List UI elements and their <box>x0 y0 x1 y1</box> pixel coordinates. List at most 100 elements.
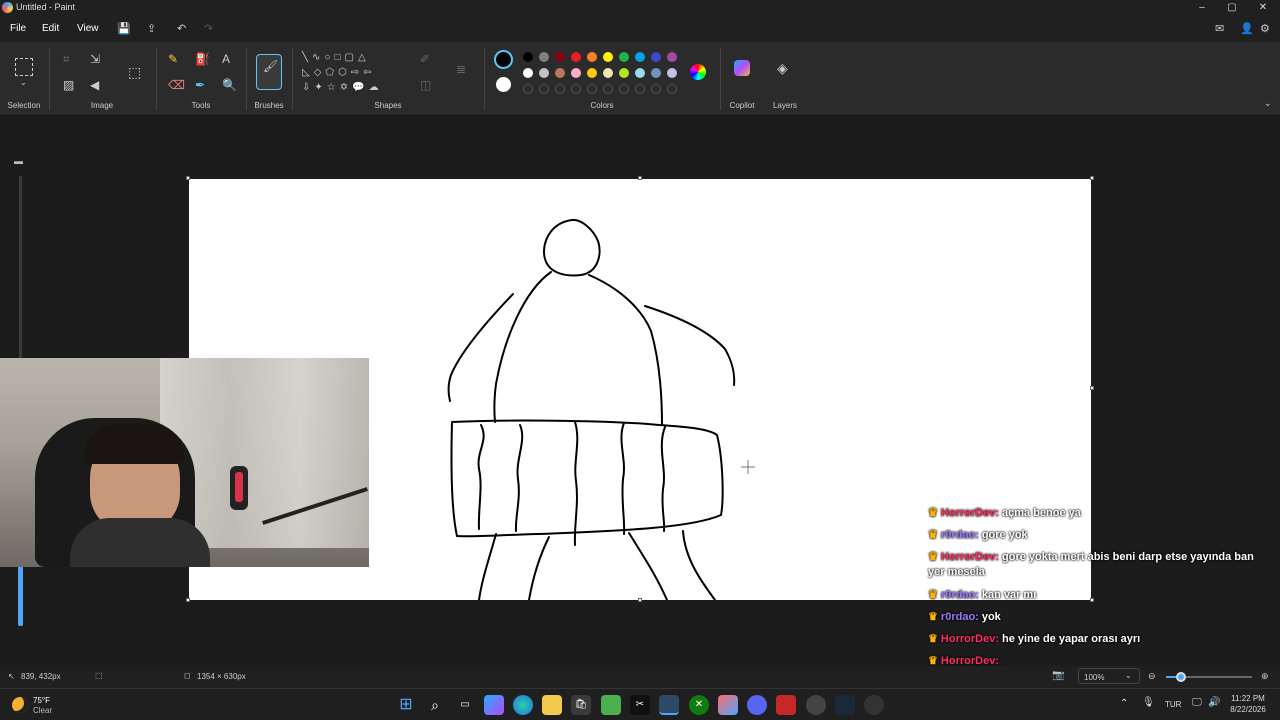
brushes-button[interactable]: 🖌 <box>256 54 282 90</box>
color-swatch[interactable] <box>555 68 565 78</box>
color-swatch[interactable] <box>523 52 533 62</box>
eraser-icon[interactable]: ⌫ <box>168 78 185 92</box>
secondary-color[interactable] <box>496 77 511 92</box>
custom-color-slot[interactable] <box>523 84 533 94</box>
star4-shape-icon[interactable]: ✦ <box>314 82 326 93</box>
color-swatch[interactable] <box>667 52 677 62</box>
selection-dropdown-icon[interactable]: ⌄ <box>20 78 27 87</box>
layers-icon[interactable]: ◈ <box>777 60 788 77</box>
store-icon[interactable]: 🛍 <box>571 695 591 715</box>
rotate-icon[interactable]: ◀ <box>90 78 99 92</box>
arrow-down-shape-icon[interactable]: ⇩ <box>302 82 314 93</box>
resize-icon[interactable]: ⇲ <box>90 52 100 66</box>
shapes-gallery[interactable]: ╲∿○□▢△ ◺◇⬠⬡⇨⇦ ⇩✦☆✡💬☁ <box>302 50 402 94</box>
zoom-dropdown[interactable]: 100% ⌄ <box>1078 668 1140 684</box>
resize-handle-right[interactable] <box>1090 386 1094 390</box>
feedback-icon[interactable]: ✉ <box>1215 22 1224 35</box>
zoom-slider[interactable] <box>1166 672 1252 682</box>
rounded-rect-shape-icon[interactable]: ▢ <box>345 52 358 63</box>
task-view-icon[interactable]: ▭ <box>455 695 475 715</box>
arrow-left-shape-icon[interactable]: ⇦ <box>363 67 375 78</box>
remove-background-icon[interactable]: ▨ <box>63 78 74 92</box>
color-swatch[interactable] <box>603 68 613 78</box>
app-icon-gray[interactable] <box>864 695 884 715</box>
curve-shape-icon[interactable]: ∿ <box>312 52 324 63</box>
pencil-icon[interactable]: ✎ <box>168 52 178 66</box>
chat-username[interactable]: HorrorDev: <box>941 551 999 563</box>
rectangle-shape-icon[interactable]: □ <box>334 52 344 63</box>
custom-color-slot[interactable] <box>539 84 549 94</box>
primary-color[interactable] <box>494 50 513 69</box>
custom-color-slot[interactable] <box>651 84 661 94</box>
pentagon-shape-icon[interactable]: ⬠ <box>325 67 338 78</box>
copilot-taskbar-icon[interactable] <box>484 695 504 715</box>
hexagon-shape-icon[interactable]: ⬡ <box>338 67 351 78</box>
chat-username[interactable]: HorrorDev: <box>941 633 999 645</box>
color-swatch[interactable] <box>523 68 533 78</box>
star6-shape-icon[interactable]: ✡ <box>340 82 352 93</box>
color-swatch[interactable] <box>603 52 613 62</box>
zoom-out-icon[interactable]: ⊖ <box>1148 671 1156 682</box>
edit-colors-icon[interactable] <box>690 64 706 80</box>
weather-icon[interactable] <box>12 697 28 713</box>
zoom-slider-thumb[interactable] <box>1176 672 1187 682</box>
settings-icon[interactable]: ⚙ <box>1260 22 1270 35</box>
shield-icon[interactable] <box>806 695 826 715</box>
color-swatch[interactable] <box>651 68 661 78</box>
chat-username[interactable]: r0rdao: <box>941 589 979 601</box>
color-swatch[interactable] <box>555 52 565 62</box>
minimize-button[interactable]: – <box>1187 0 1217 16</box>
menu-edit[interactable]: Edit <box>42 23 59 34</box>
line-shape-icon[interactable]: ╲ <box>302 52 312 63</box>
resize-handle-top-left[interactable] <box>186 176 190 180</box>
microphone-tray-icon[interactable]: 🎙 <box>1142 697 1155 708</box>
arrow-right-shape-icon[interactable]: ⇨ <box>351 67 363 78</box>
chat-username[interactable]: r0rdao: <box>941 611 979 623</box>
color-swatch[interactable] <box>635 52 645 62</box>
cloud-shape-icon[interactable]: ☁ <box>369 82 383 93</box>
custom-color-slot[interactable] <box>635 84 645 94</box>
m365-icon[interactable] <box>718 695 738 715</box>
color-swatch[interactable] <box>539 68 549 78</box>
color-swatch[interactable] <box>539 52 549 62</box>
undo-icon[interactable]: ↶ <box>177 22 186 35</box>
selection-icon[interactable] <box>15 58 33 76</box>
color-swatch[interactable] <box>651 52 661 62</box>
start-icon[interactable]: ⊞ <box>396 695 416 715</box>
resize-handle-top[interactable] <box>638 176 642 180</box>
tray-overflow-icon[interactable]: ⌃ <box>1120 698 1128 709</box>
xbox-icon[interactable]: ✕ <box>689 695 709 715</box>
resize-handle-top-right[interactable] <box>1090 176 1094 180</box>
color-swatch[interactable] <box>667 68 677 78</box>
color-swatch[interactable] <box>587 68 597 78</box>
custom-color-slot[interactable] <box>587 84 597 94</box>
app-icon-red[interactable] <box>776 695 796 715</box>
zoom-in-icon[interactable]: ⊕ <box>1261 671 1269 682</box>
paint-taskbar-icon[interactable] <box>659 695 679 715</box>
color-swatch[interactable] <box>619 52 629 62</box>
steam-icon[interactable] <box>835 695 855 715</box>
volume-icon[interactable]: 🔊 <box>1208 697 1220 708</box>
clock-time[interactable]: 11:22 PM <box>1228 694 1268 703</box>
custom-color-slot[interactable] <box>667 84 677 94</box>
discord-icon[interactable] <box>747 695 767 715</box>
color-picker-icon[interactable]: ✒ <box>195 78 205 92</box>
chat-username[interactable]: HorrorDev: <box>941 507 999 519</box>
menu-view[interactable]: View <box>77 23 99 34</box>
screenshot-icon[interactable]: 📷 <box>1052 670 1064 681</box>
account-icon[interactable]: 👤 <box>1240 22 1254 35</box>
resize-handle-bottom[interactable] <box>638 598 642 602</box>
chat-username[interactable]: r0rdao: <box>941 529 979 541</box>
custom-color-slot[interactable] <box>555 84 565 94</box>
menu-file[interactable]: File <box>10 23 26 34</box>
clock-date[interactable]: 8/22/2026 <box>1226 705 1270 714</box>
color-swatch[interactable] <box>619 68 629 78</box>
color-swatch[interactable] <box>587 52 597 62</box>
star5-shape-icon[interactable]: ☆ <box>327 82 340 93</box>
language-indicator[interactable]: TUR <box>1165 700 1181 709</box>
search-icon[interactable]: ⌕ <box>425 695 445 715</box>
magnifier-icon[interactable]: 🔍 <box>222 78 237 92</box>
restore-button[interactable]: ▢ <box>1217 0 1247 16</box>
network-icon[interactable]: 🖵 <box>1192 697 1202 708</box>
diamond-shape-icon[interactable]: ◇ <box>314 67 326 78</box>
